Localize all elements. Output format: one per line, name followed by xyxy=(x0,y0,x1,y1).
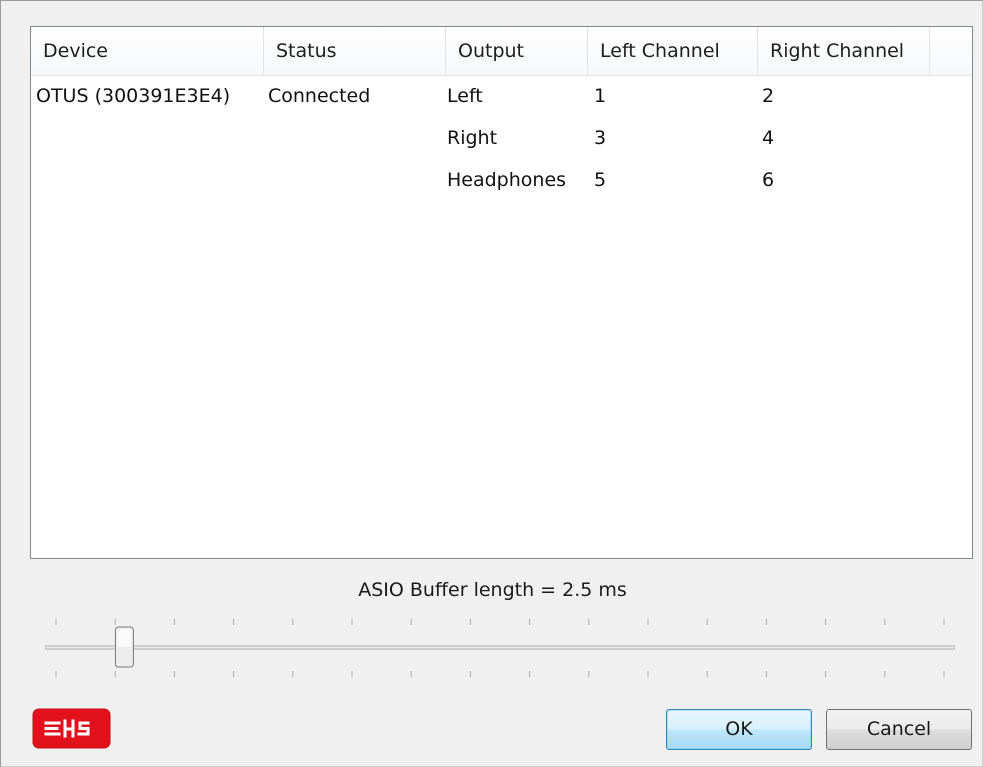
slider-track xyxy=(45,645,955,650)
buffer-length-label: ASIO Buffer length = 2.5 ms xyxy=(358,579,627,601)
left-channel-cell: 1 xyxy=(594,85,607,107)
output-cell: Headphones xyxy=(447,169,567,191)
right-channel-cell: 2 xyxy=(762,85,775,107)
column-header-status[interactable]: Status xyxy=(264,27,446,75)
slider-thumb[interactable] xyxy=(114,626,134,668)
list-header: Device Status Output Left Channel Right … xyxy=(31,27,972,76)
left-channel-cell: 3 xyxy=(594,127,607,149)
right-channel-cell: 4 xyxy=(762,127,775,149)
output-cell: Left xyxy=(447,85,483,107)
column-header-left-channel[interactable]: Left Channel xyxy=(588,27,758,75)
device-name-cell: OTUS (300391E3E4) xyxy=(36,85,231,107)
eks-logo-graphic xyxy=(32,708,111,749)
buffer-length-slider[interactable] xyxy=(45,613,955,689)
ok-button[interactable]: OK xyxy=(666,709,812,750)
slider-graphic xyxy=(45,619,955,677)
eks-logo xyxy=(32,708,111,749)
cancel-button[interactable]: Cancel xyxy=(826,709,972,750)
slider-ticks-bottom xyxy=(55,671,945,677)
asio-settings-dialog: Device Status Output Left Channel Right … xyxy=(0,0,983,767)
left-channel-cell: 5 xyxy=(594,169,607,191)
device-list[interactable]: Device Status Output Left Channel Right … xyxy=(30,26,973,559)
output-cell: Right xyxy=(447,127,498,149)
column-header-device[interactable]: Device xyxy=(31,27,264,75)
right-channel-cell: 6 xyxy=(762,169,775,191)
slider-ticks-top xyxy=(55,619,945,625)
column-header-output[interactable]: Output xyxy=(446,27,588,75)
column-header-filler xyxy=(930,27,972,75)
device-status-cell: Connected xyxy=(268,85,371,107)
column-header-right-channel[interactable]: Right Channel xyxy=(758,27,930,75)
